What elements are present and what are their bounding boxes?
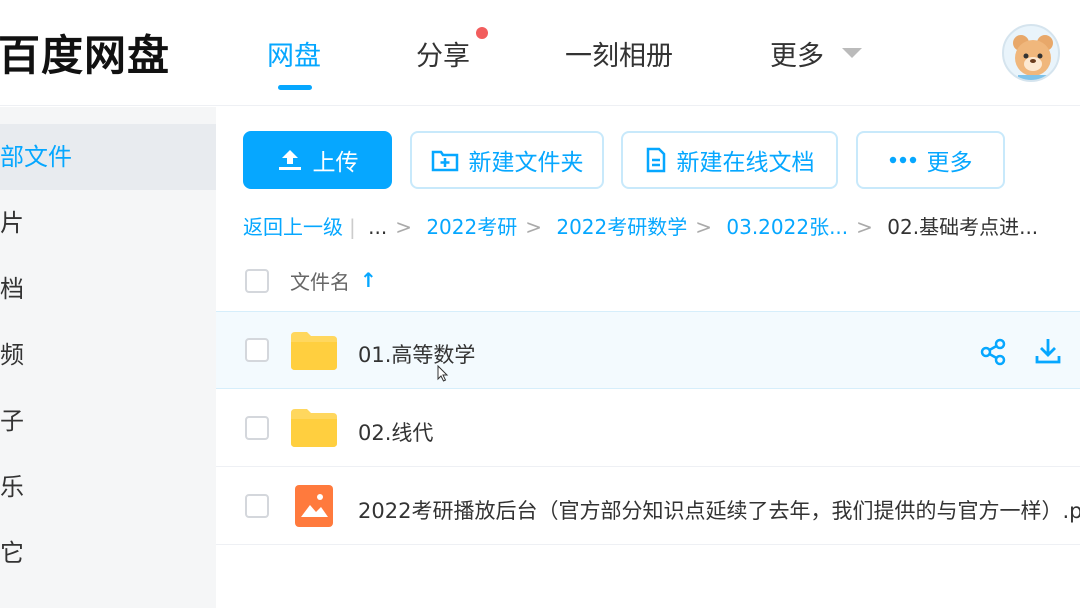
top-bar: 百度网盘 网盘 分享 一刻相册 更多 xyxy=(0,0,1080,106)
more-actions-label: 更多 xyxy=(926,150,973,176)
breadcrumb-crumb[interactable]: 03.2022张... xyxy=(726,215,848,239)
breadcrumb-back-link[interactable]: 返回上一级 xyxy=(243,215,343,239)
file-name[interactable]: 02.线代 xyxy=(358,417,433,447)
nav-tab-more[interactable]: 更多 xyxy=(770,34,824,73)
nav-tab-share[interactable]: 分享 xyxy=(416,34,470,73)
upload-label: 上传 xyxy=(312,150,359,176)
breadcrumb: 返回上一级 | ... > 2022考研 > 2022考研数学 > 03.2022张..… xyxy=(243,211,1038,240)
file-name[interactable]: 2022考研播放后台（官方部分知识点延续了去年，我们提供的与官方一样）.png xyxy=(358,495,1080,525)
file-name[interactable]: 01.高等数学 xyxy=(358,339,475,369)
more-dots-icon xyxy=(889,156,916,164)
folder-icon xyxy=(291,409,337,447)
sidebar-item-documents[interactable]: 档 xyxy=(0,256,216,322)
chevron-down-icon[interactable] xyxy=(842,48,862,58)
nav-active-indicator xyxy=(278,85,312,90)
breadcrumb-separator: > xyxy=(525,215,542,239)
document-icon xyxy=(646,147,665,173)
sidebar-item-others[interactable]: 它 xyxy=(0,520,216,586)
new-online-doc-label: 新建在线文档 xyxy=(676,150,815,176)
new-folder-button[interactable]: 新建文件夹 xyxy=(410,131,604,189)
image-file-icon xyxy=(295,485,333,527)
breadcrumb-separator: > xyxy=(695,215,713,239)
upload-icon xyxy=(278,150,301,170)
folder-icon xyxy=(291,332,337,370)
file-row[interactable]: 01.高等数学 xyxy=(216,311,1080,389)
file-row[interactable]: 02.线代 xyxy=(216,389,1080,467)
share-icon[interactable] xyxy=(978,337,1008,367)
download-icon[interactable] xyxy=(1033,336,1063,366)
sidebar-item-seeds[interactable]: 子 xyxy=(0,388,216,454)
mouse-cursor-icon xyxy=(437,365,449,382)
breadcrumb-crumb[interactable]: 2022考研数学 xyxy=(556,215,687,239)
breadcrumb-crumb[interactable]: 2022考研 xyxy=(426,215,517,239)
notification-dot xyxy=(476,27,488,39)
sidebar-item-music[interactable]: 乐 xyxy=(0,454,216,520)
more-actions-button[interactable]: 更多 xyxy=(856,131,1005,189)
row-checkbox[interactable] xyxy=(245,494,269,518)
breadcrumb-ellipsis[interactable]: ... xyxy=(368,215,387,239)
breadcrumb-separator: > xyxy=(856,215,873,239)
sort-ascending-icon[interactable]: ↑ xyxy=(360,268,377,292)
breadcrumb-separator: > xyxy=(395,215,412,239)
sidebar-item-all-files[interactable]: 部文件 xyxy=(0,124,216,190)
upload-button[interactable]: 上传 xyxy=(243,131,392,189)
nav-tab-album[interactable]: 一刻相册 xyxy=(565,34,673,73)
row-checkbox[interactable] xyxy=(245,416,269,440)
breadcrumb-current: 02.基础考点进... xyxy=(887,215,1039,239)
bear-avatar-icon xyxy=(1013,35,1053,80)
new-online-doc-button[interactable]: 新建在线文档 xyxy=(621,131,838,189)
add-folder-icon xyxy=(431,150,458,172)
breadcrumb-divider: | xyxy=(349,215,356,239)
row-checkbox[interactable] xyxy=(245,338,269,362)
avatar[interactable] xyxy=(1002,24,1060,82)
sidebar: 部文件 片 档 频 子 乐 它 xyxy=(0,107,216,608)
file-row[interactable]: 2022考研播放后台（官方部分知识点延续了去年，我们提供的与官方一样）.png xyxy=(216,467,1080,545)
sidebar-item-images[interactable]: 片 xyxy=(0,190,216,256)
new-folder-label: 新建文件夹 xyxy=(468,150,584,176)
app-logo[interactable]: 百度网盘 xyxy=(0,22,170,83)
select-all-checkbox[interactable] xyxy=(245,269,269,293)
nav-tab-netdisk[interactable]: 网盘 xyxy=(267,34,321,73)
sidebar-item-videos[interactable]: 频 xyxy=(0,322,216,388)
column-header-filename[interactable]: 文件名 xyxy=(290,266,350,295)
